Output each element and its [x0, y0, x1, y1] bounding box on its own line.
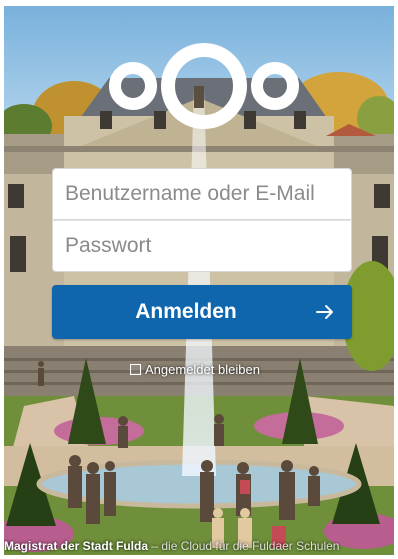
entity-link[interactable]: Magistrat der Stadt Fulda [4, 539, 148, 553]
login-button-label: Anmelden [135, 300, 237, 323]
username-field-wrapper [52, 168, 352, 220]
footer: Magistrat der Stadt Fulda – die Cloud fü… [4, 538, 394, 555]
password-field-wrapper [52, 220, 352, 272]
login-screen: Anmelden Angemeldet bleiben Magistrat de… [4, 6, 394, 555]
login-button[interactable]: Anmelden [52, 285, 352, 339]
remember-login-option[interactable]: Angemeldet bleiben [130, 361, 260, 377]
footer-slogan: die Cloud für die Fuldaer Schulen [161, 539, 340, 553]
arrow-right-icon [316, 305, 333, 319]
footer-separator: – [148, 539, 162, 553]
nextcloud-logo-icon [109, 43, 299, 129]
login-form [52, 168, 352, 272]
password-input[interactable] [53, 221, 351, 271]
remember-login-label: Angemeldet bleiben [145, 361, 260, 377]
username-input[interactable] [53, 169, 351, 219]
checkbox-icon[interactable] [130, 363, 141, 375]
